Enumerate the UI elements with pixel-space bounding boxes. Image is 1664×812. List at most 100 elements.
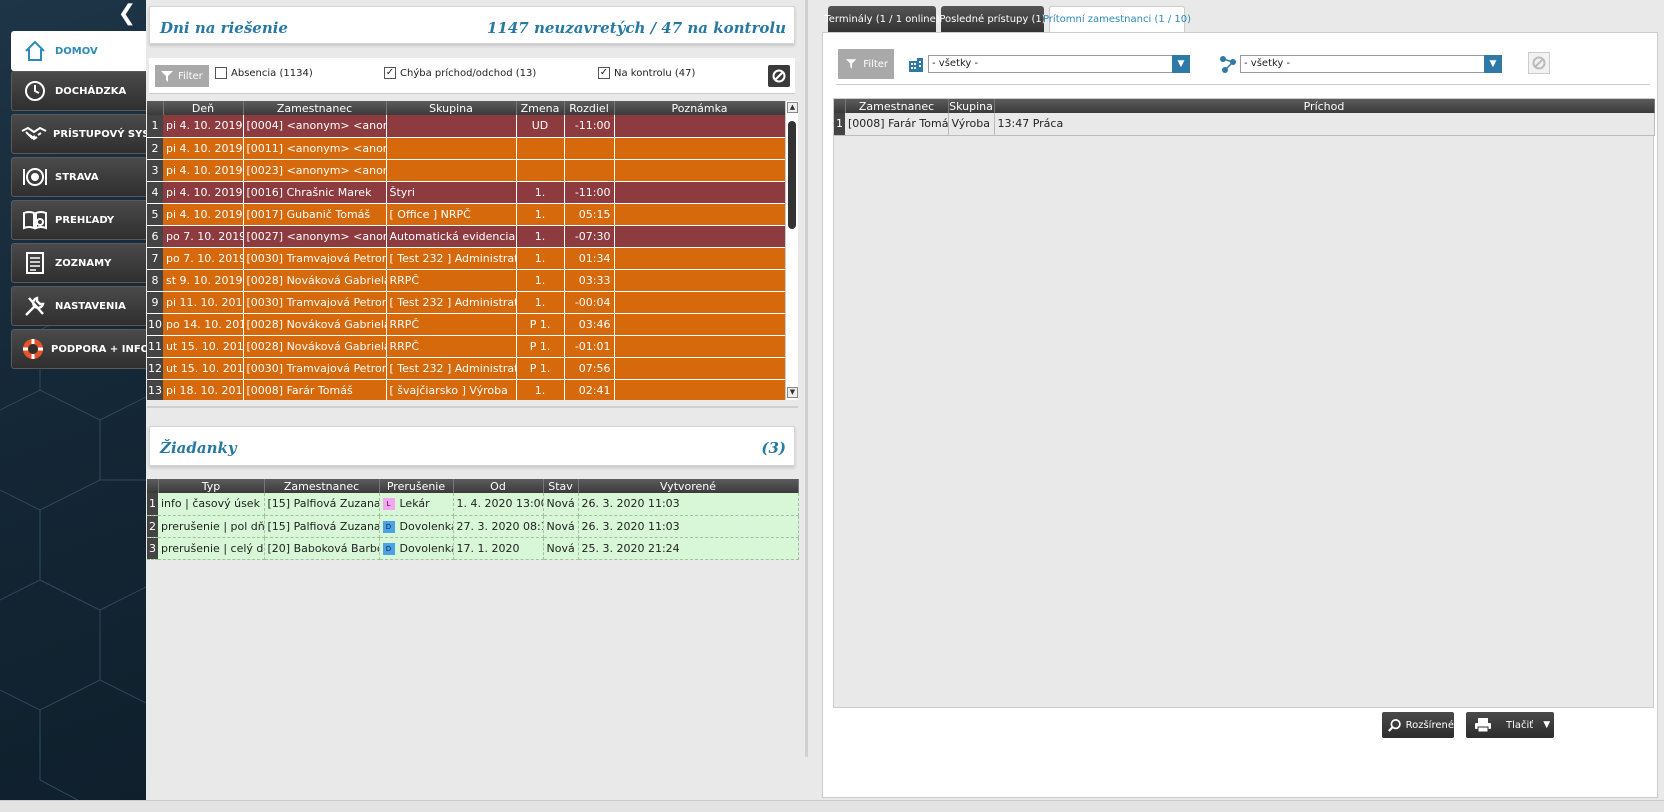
column-header-zamestnanec[interactable]: Zamestnanec	[264, 479, 380, 493]
table-row[interactable]: 12 ut 15. 10. 2019 [0030] Tramvajová Petro…	[147, 357, 786, 380]
nav-item-zoznamy[interactable]: ZOZNAMY	[11, 243, 146, 283]
table-row[interactable]: 8st 9. 10. 2019 [0028] Nováková Gabriela R…	[147, 269, 786, 292]
tab-pritomni-zamestnanci[interactable]: Prítomní zamestnanci (1 / 10)	[1043, 6, 1191, 32]
column-header-prichod[interactable]: Príchod	[994, 99, 1655, 113]
row-number: 12	[147, 357, 163, 380]
tab-posledne-pristupy[interactable]: Posledné prístupy (1)	[939, 6, 1046, 32]
cell-vytvorene: 25. 3. 2020 21:24	[578, 537, 799, 560]
checkbox-na-kontrolu[interactable]: ✓ Na kontrolu (47)	[598, 67, 695, 79]
chevron-down-icon[interactable]: ▼	[1172, 55, 1190, 73]
table-row[interactable]: 10po 14. 10. 2019[0028] Nováková Gabriel…	[147, 313, 786, 336]
column-header-stav[interactable]: Stav	[543, 479, 579, 493]
table-row[interactable]: 3pi 4. 10. 2019[0023] <anonym> <anonym>	[147, 159, 786, 182]
scroll-thumb[interactable]	[788, 121, 796, 229]
nav-item-pristupovy-sys[interactable]: PRÍSTUPOVÝ SYS.	[11, 114, 146, 154]
scroll-up-arrow-icon[interactable]: ▲	[787, 102, 798, 113]
cell-poznamka	[614, 313, 786, 336]
cell-den: pi 18. 10. 2019	[163, 379, 244, 400]
home-icon	[21, 37, 49, 65]
clear-present-filter-button[interactable]	[1528, 52, 1550, 74]
table-row[interactable]: 11 ut 15. 10. 2019 [0028] Nováková Gabriel…	[147, 335, 786, 358]
hierarchy-select[interactable]: - všetky - ▼	[1240, 55, 1502, 73]
table-row[interactable]: 4 pi 4. 10. 2019 [0016] Chrašnic Marek Štyr…	[147, 181, 786, 204]
row-number: 1	[834, 113, 845, 136]
table-row[interactable]: 1pi 4. 10. 2019[0004] <anonym> <anonym> U…	[147, 115, 786, 138]
checkbox-chyba-prichod-odchod[interactable]: ✓ Chýba príchod/odchod (13)	[384, 67, 536, 79]
row-number: 8	[147, 269, 163, 292]
cell-den: pi 4. 10. 2019	[163, 181, 244, 204]
print-button[interactable]: Tlačiť ▼	[1466, 712, 1554, 738]
collapse-sidebar-button[interactable]: ❮	[116, 3, 138, 26]
column-divider	[805, 0, 808, 757]
sidebar: ❮ DOMOV DOCHÁDZKA PRÍSTUPOVÝ SYS. STRAVA…	[0, 0, 146, 812]
column-header-zamestnanec[interactable]: Zamestnanec	[845, 99, 949, 113]
column-header-skupina[interactable]: Skupina	[386, 101, 517, 115]
cell-poznamka	[614, 225, 786, 248]
scroll-down-arrow-icon[interactable]: ▼	[787, 387, 798, 398]
column-header-vytvorene[interactable]: Vytvorené	[578, 479, 799, 493]
cell-zmena: 1.	[516, 203, 565, 226]
checkbox-box-checked[interactable]: ✓	[598, 67, 610, 79]
cell-poznamka	[614, 159, 786, 182]
column-header-zamestnanec[interactable]: Zamestnanec	[243, 101, 387, 115]
row-number: 1	[147, 493, 158, 516]
cell-rozdiel: 05:15	[564, 203, 615, 226]
cell-zmena: 1.	[516, 269, 565, 292]
table-row[interactable]: 13 pi 18. 10. 2019 [0008] Farár Tomáš[ šva…	[147, 379, 786, 400]
column-header-zmena[interactable]: Zmena	[516, 101, 565, 115]
table-row[interactable]: 1 info | časový úsek [15] Palfiová Zuzana L…	[147, 493, 799, 516]
table-row[interactable]: 3prerušenie | celý deň[20] Baboková Barb…	[147, 537, 799, 560]
column-header-typ[interactable]: Typ	[158, 479, 265, 493]
cell-zamestnanec: [0028] Nováková Gabriela	[243, 335, 387, 358]
table-row[interactable]: 5 pi 4. 10. 2019 [0017] Gubanič Tomáš[ Off…	[147, 203, 786, 226]
clear-filter-button[interactable]	[768, 65, 790, 87]
table-row[interactable]: 1 [0008] Farár Tomáš Výroba 13:47 Práca	[834, 113, 1655, 136]
nav-item-dochadzka[interactable]: DOCHÁDZKA	[11, 71, 146, 111]
caret-down-icon[interactable]: ▼	[1543, 720, 1550, 730]
cell-skupina	[386, 115, 517, 138]
nav-item-podpora-info[interactable]: PODPORA + INFO	[11, 329, 146, 369]
issues-table: Deň Zamestnanec Skupina Zmena Rozdiel Po…	[147, 101, 786, 400]
plate-icon	[21, 163, 49, 191]
checkbox-box-checked[interactable]: ✓	[384, 67, 396, 79]
row-number: 4	[147, 181, 163, 204]
table-row[interactable]: 9pi 11. 10. 2019[0030] Tramvajová Petron…	[147, 291, 786, 314]
cell-zamestnanec: [0030] Tramvajová Petronela	[243, 291, 387, 314]
cell-zamestnanec: [0028] Nováková Gabriela	[243, 269, 387, 292]
nav-item-nastavenia[interactable]: NASTAVENIA	[11, 286, 146, 326]
column-header-prerusenie[interactable]: Prerušenie	[379, 479, 454, 493]
funnel-icon	[161, 70, 173, 82]
cell-rozdiel: 03:46	[564, 313, 615, 336]
cell-den: pi 4. 10. 2019	[163, 159, 244, 182]
nav-item-domov[interactable]: DOMOV	[11, 31, 146, 71]
chevron-down-icon[interactable]: ▼	[1484, 55, 1502, 73]
cell-zmena: 1.	[516, 247, 565, 270]
row-number: 3	[147, 537, 158, 560]
cell-skupina: [ švajčiarsko ] Výroba	[386, 379, 517, 400]
printer-icon	[1475, 718, 1491, 733]
absence-type-badge: L	[382, 498, 395, 511]
issues-scrollbar[interactable]: ▲ ▼	[785, 101, 798, 400]
table-row[interactable]: 6po 7. 10. 2019[0027] <anonym> <anonym>A…	[147, 225, 786, 248]
row-number: 11	[147, 335, 163, 358]
column-header-poznamka[interactable]: Poznámka	[614, 101, 786, 115]
cell-zmena: 1.	[516, 379, 565, 400]
present-grid-area	[833, 98, 1654, 708]
column-header-skupina[interactable]: Skupina	[948, 99, 995, 113]
column-header-od[interactable]: Od	[453, 479, 544, 493]
table-row[interactable]: 7po 7. 10. 2019[0030] Tramvajová Petrone…	[147, 247, 786, 270]
nav-item-prehlady[interactable]: PREHĽADY	[11, 200, 146, 240]
present-filter-button[interactable]: Filter	[838, 49, 894, 79]
checkbox-box[interactable]	[215, 67, 227, 79]
advanced-button[interactable]: Rozšírené	[1382, 712, 1454, 738]
cell-den: ut 15. 10. 2019	[163, 357, 244, 380]
checkbox-absencia[interactable]: Absencia (1134)	[215, 67, 313, 79]
group-select[interactable]: - všetky - ▼	[928, 55, 1190, 73]
nav-item-strava[interactable]: STRAVA	[11, 157, 146, 197]
tab-terminaly[interactable]: Terminály (1 / 1 online)	[824, 6, 940, 32]
column-header-den[interactable]: Deň	[163, 101, 244, 115]
table-row[interactable]: 2pi 4. 10. 2019[0011] <anonym> <anonym>	[147, 137, 786, 160]
issues-filter-button[interactable]: Filter	[155, 65, 209, 87]
table-row[interactable]: 2 prerušenie | pol dňa [15] Palfiová Zuzan…	[147, 515, 799, 538]
column-header-rozdiel[interactable]: Rozdiel	[564, 101, 615, 115]
